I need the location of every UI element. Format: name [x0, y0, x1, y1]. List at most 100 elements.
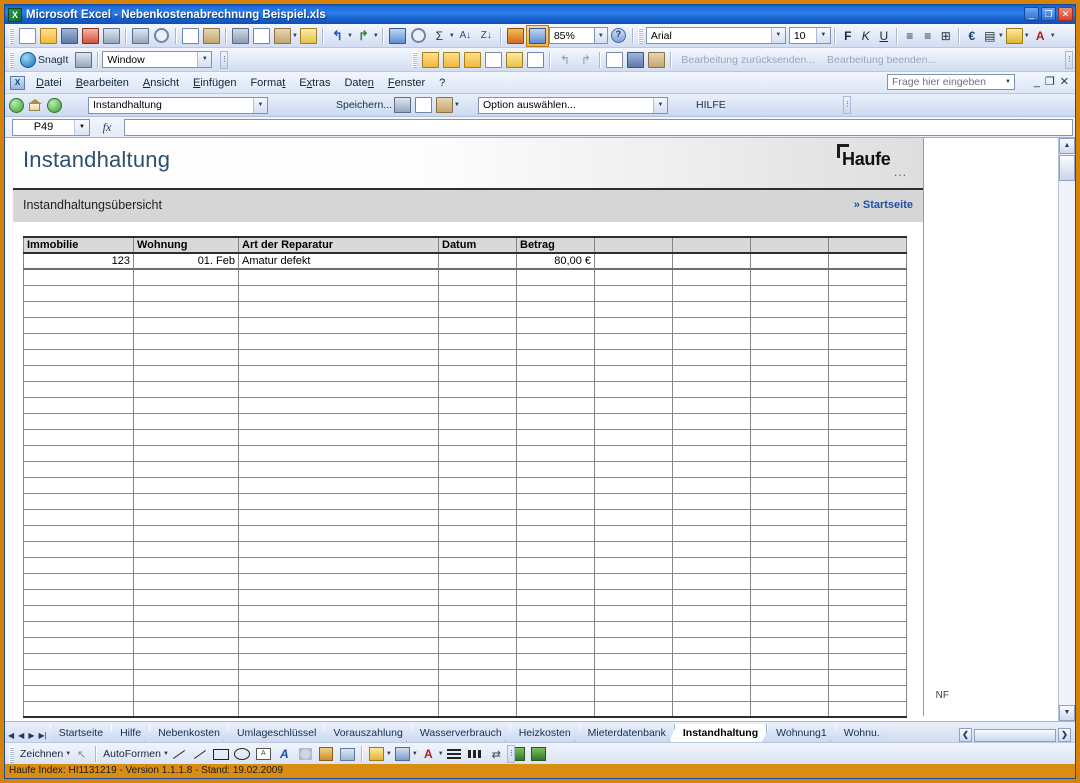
clipart-icon[interactable]	[316, 744, 337, 764]
underline-button[interactable]: U	[875, 29, 893, 43]
cell-empty[interactable]	[438, 428, 517, 446]
cell-empty[interactable]	[594, 476, 673, 494]
cell-empty[interactable]	[438, 492, 517, 510]
cell-empty[interactable]	[133, 492, 239, 510]
cell-empty[interactable]	[133, 460, 239, 478]
cell-empty[interactable]	[238, 396, 439, 414]
cell-empty[interactable]	[238, 540, 439, 558]
startseite-link[interactable]: » Startseite	[854, 199, 913, 211]
cell-empty[interactable]	[438, 460, 517, 478]
cell-empty[interactable]	[672, 332, 751, 350]
cell-empty[interactable]	[23, 524, 134, 542]
cell-empty[interactable]	[594, 412, 673, 430]
cell-empty[interactable]	[238, 268, 439, 286]
cell-empty[interactable]	[750, 604, 829, 622]
review-new-icon[interactable]	[483, 50, 504, 70]
cell-empty[interactable]	[516, 620, 595, 638]
table-row[interactable]	[23, 508, 907, 526]
cell-empty[interactable]	[516, 268, 595, 286]
cell-empty[interactable]	[516, 476, 595, 494]
cell-empty[interactable]	[750, 636, 829, 654]
cell-empty[interactable]	[594, 652, 673, 670]
cell-empty[interactable]	[133, 300, 239, 318]
cell-empty[interactable]	[438, 700, 517, 718]
cell-empty[interactable]	[23, 636, 134, 654]
cell-empty[interactable]	[828, 348, 907, 366]
cell-empty[interactable]	[133, 476, 239, 494]
mail-icon[interactable]	[80, 26, 101, 46]
cell-empty[interactable]	[133, 508, 239, 526]
cell-empty[interactable]	[594, 380, 673, 398]
sheet-tab-umlageschl-ssel[interactable]: Umlageschlüssel	[227, 725, 325, 742]
cell-empty[interactable]	[23, 620, 134, 638]
table-row[interactable]	[23, 316, 907, 334]
cell-empty[interactable]	[594, 540, 673, 558]
cell-empty[interactable]	[133, 348, 239, 366]
name-box[interactable]: P49 ▼	[12, 118, 90, 136]
review-folder3-icon[interactable]	[462, 50, 483, 70]
cell-empty[interactable]	[516, 348, 595, 366]
cell-empty[interactable]	[438, 636, 517, 654]
cell-empty[interactable]	[594, 492, 673, 510]
cell-empty[interactable]	[672, 620, 751, 638]
cell-empty[interactable]	[516, 492, 595, 510]
cell-empty[interactable]	[23, 684, 134, 702]
autoformen-menu[interactable]: AutoFormen	[100, 748, 164, 760]
cell-empty[interactable]	[672, 364, 751, 382]
table-row[interactable]	[23, 348, 907, 366]
cell-empty[interactable]	[23, 348, 134, 366]
cell-empty[interactable]	[133, 668, 239, 686]
currency-button[interactable]: €	[963, 29, 981, 43]
cell-empty[interactable]	[828, 444, 907, 462]
cell-empty[interactable]	[828, 380, 907, 398]
cell-empty[interactable]	[594, 636, 673, 654]
table-row[interactable]	[23, 604, 907, 622]
table-row[interactable]	[23, 556, 907, 574]
cell-empty[interactable]	[133, 620, 239, 638]
cell-empty[interactable]	[23, 476, 134, 494]
cell-empty-3[interactable]	[750, 252, 829, 270]
cell-empty[interactable]	[23, 268, 134, 286]
cell-empty[interactable]	[828, 268, 907, 286]
cell-empty[interactable]	[133, 268, 239, 286]
cell-empty[interactable]	[750, 380, 829, 398]
haufe-paste-icon[interactable]	[434, 95, 455, 115]
cell-empty[interactable]	[594, 268, 673, 286]
sheet-tab-wohnu-[interactable]: Wohnu.	[834, 725, 888, 742]
cell-empty[interactable]	[594, 460, 673, 478]
cell-empty[interactable]	[750, 476, 829, 494]
line-icon[interactable]	[169, 744, 190, 764]
table-row[interactable]	[23, 412, 907, 430]
print-preview-icon[interactable]	[151, 26, 172, 46]
cell-empty-1[interactable]	[594, 252, 673, 270]
excel-small-icon[interactable]: X	[10, 75, 25, 90]
zoom-dropdown-icon[interactable]: ▼	[594, 27, 608, 44]
cell-empty[interactable]	[238, 604, 439, 622]
save-disk-icon[interactable]	[59, 26, 80, 46]
column-header-immobilie[interactable]: Immobilie	[23, 236, 134, 254]
cell-empty[interactable]	[750, 268, 829, 286]
table-row[interactable]	[23, 668, 907, 686]
cell-empty[interactable]	[133, 700, 239, 718]
printer-icon[interactable]	[130, 26, 151, 46]
cell-empty[interactable]	[516, 428, 595, 446]
table-row[interactable]	[23, 684, 907, 702]
cell-empty[interactable]	[23, 412, 134, 430]
oval-icon[interactable]	[232, 744, 253, 764]
cell-empty[interactable]	[23, 572, 134, 590]
home-icon[interactable]	[28, 98, 43, 112]
cell-empty[interactable]	[828, 588, 907, 606]
cell-immobilie[interactable]: 123	[23, 252, 134, 270]
snagit-profile-select[interactable]: Window ▼	[102, 51, 213, 68]
cell-empty[interactable]	[238, 652, 439, 670]
cell-empty[interactable]	[672, 668, 751, 686]
snagit-logo-icon[interactable]	[17, 50, 38, 70]
cell-empty[interactable]	[133, 572, 239, 590]
cell-empty[interactable]	[594, 364, 673, 382]
cell-empty[interactable]	[238, 332, 439, 350]
cell-empty[interactable]	[828, 556, 907, 574]
cell-empty[interactable]	[133, 652, 239, 670]
cell-empty[interactable]	[438, 268, 517, 286]
cell-empty[interactable]	[828, 428, 907, 446]
cell-empty[interactable]	[672, 604, 751, 622]
